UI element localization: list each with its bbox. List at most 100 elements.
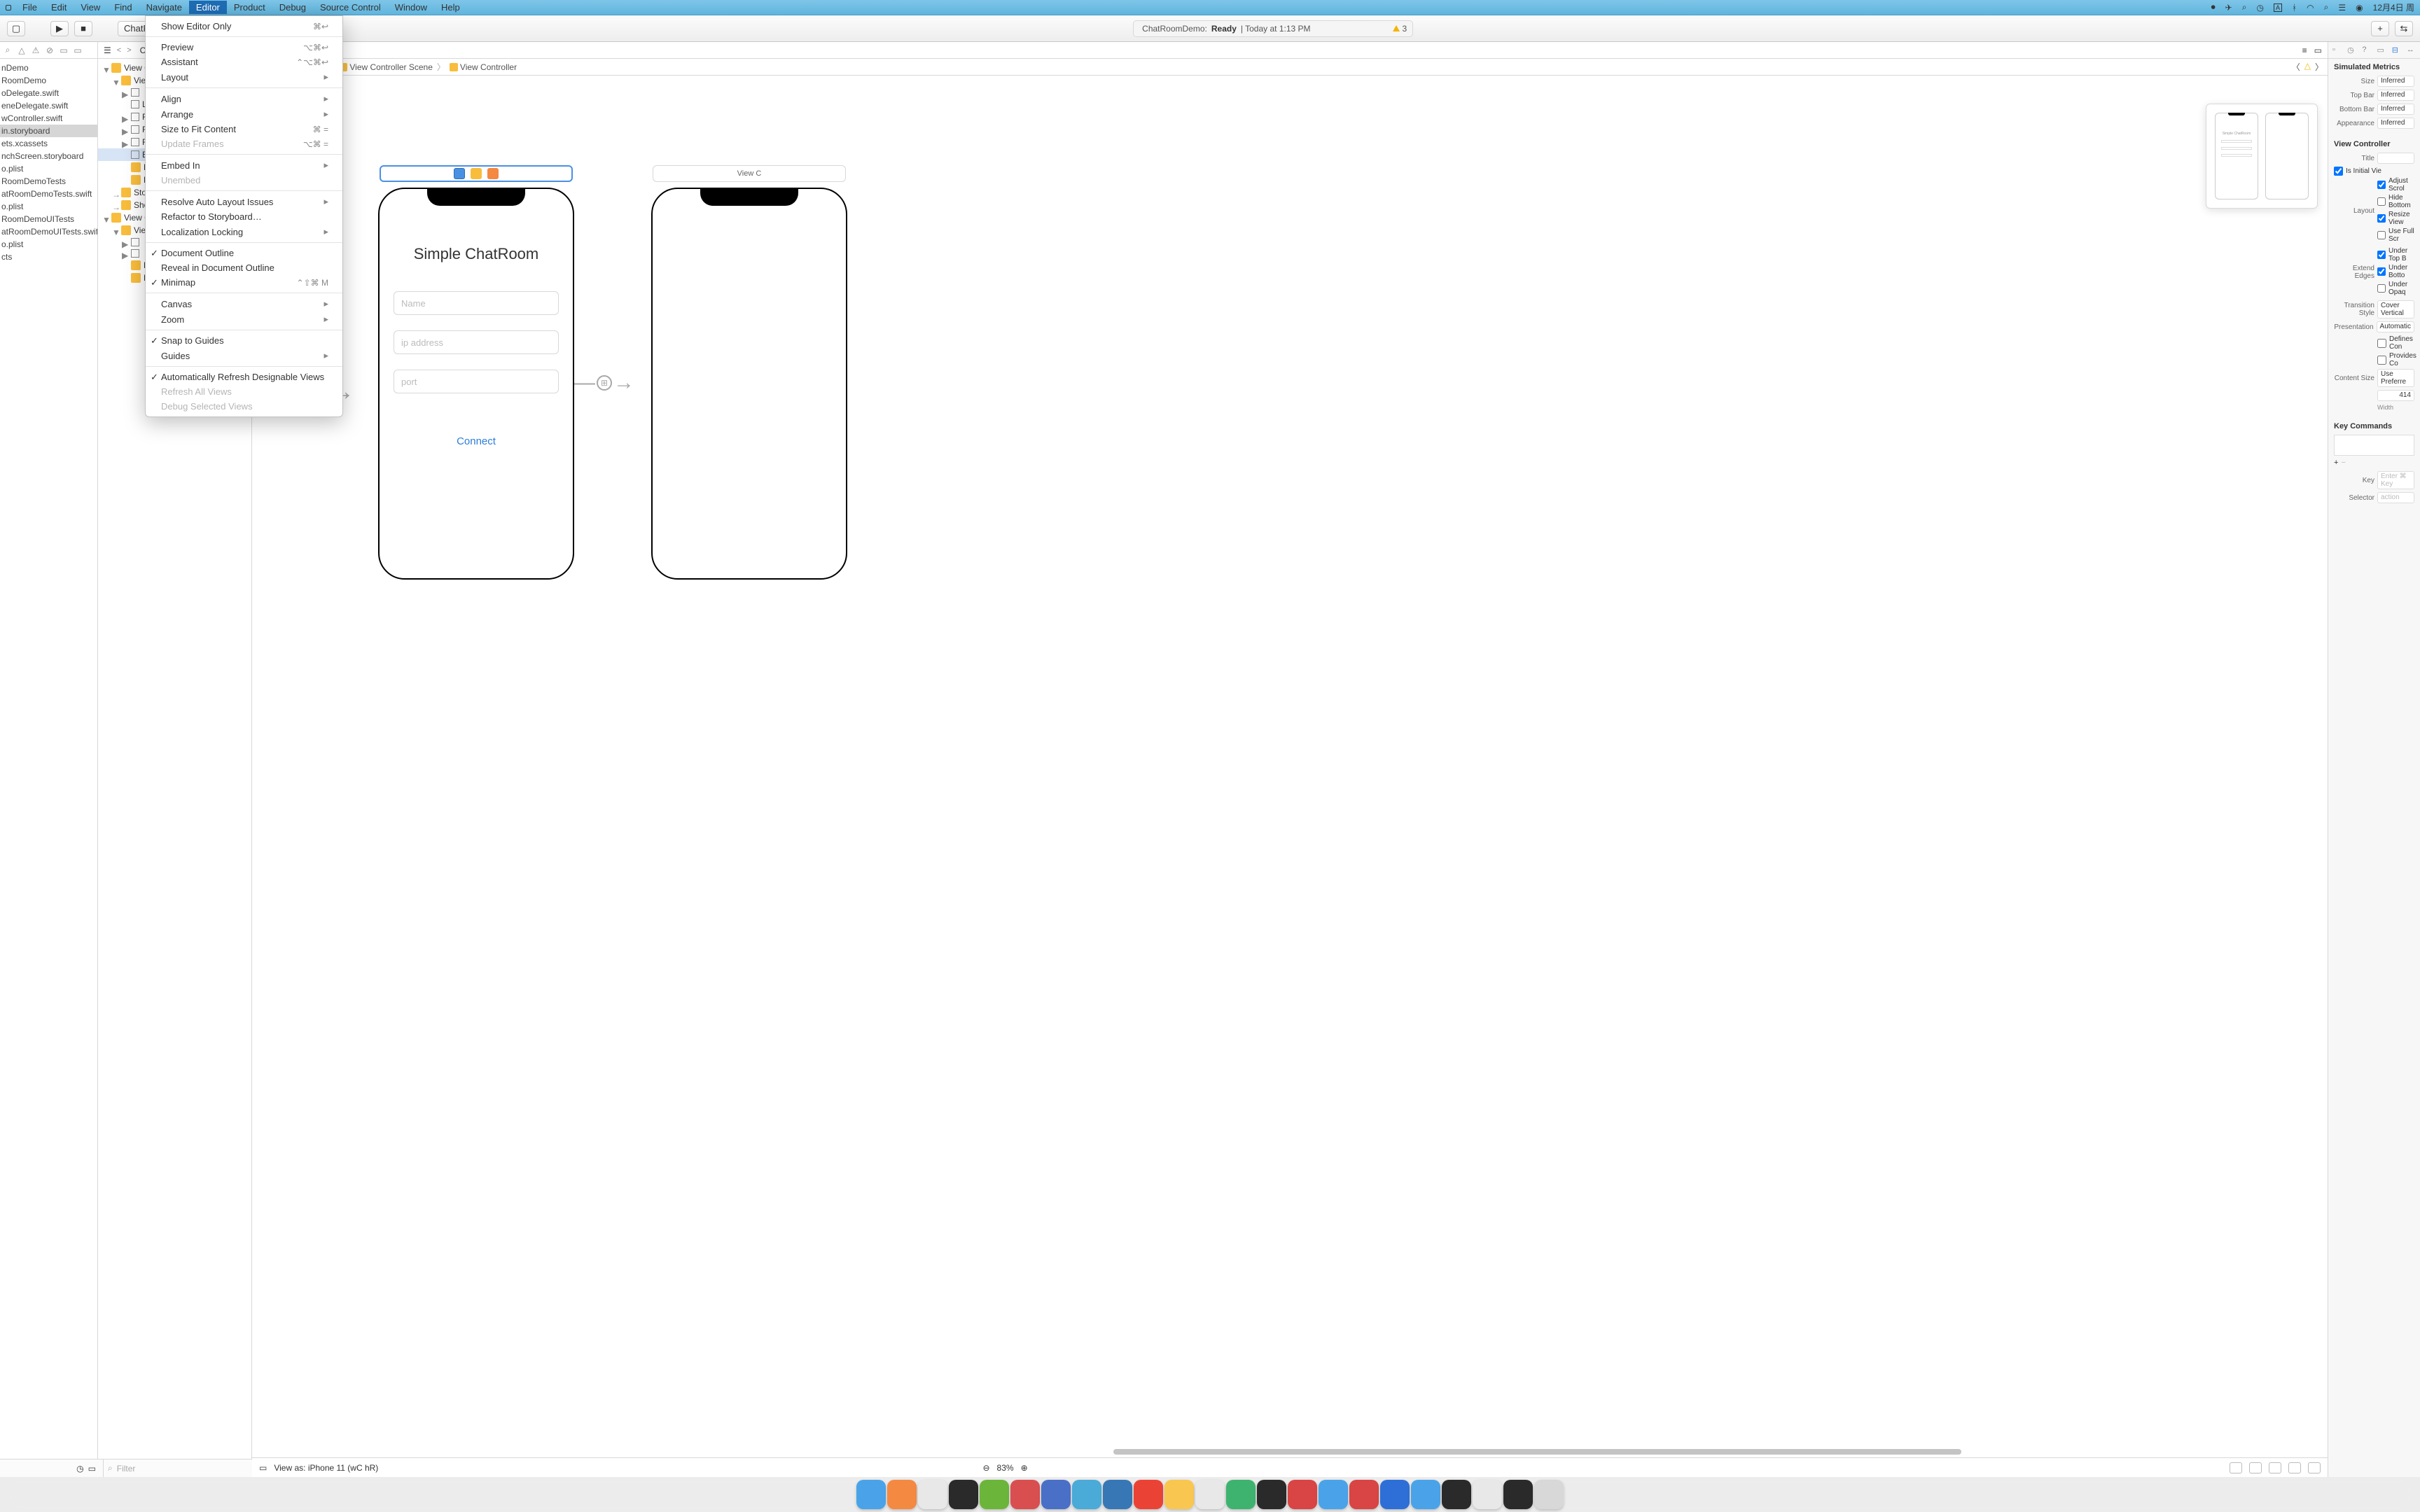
file-item[interactable]: oDelegate.swift (0, 87, 97, 99)
checkbox[interactable] (2377, 231, 2386, 239)
zoom-in-icon[interactable]: ⊕ (1021, 1463, 1028, 1473)
menu-edit[interactable]: Edit (44, 1, 74, 14)
file-item[interactable]: o.plist (0, 200, 97, 213)
menubar-clock[interactable]: 12月4日 周 (2373, 1, 2414, 13)
minimap[interactable]: Simple ChatRoom (2206, 104, 2318, 209)
history-inspector-icon[interactable]: ◷ (2347, 46, 2356, 55)
input-icon[interactable]: A (2274, 4, 2282, 12)
textfield-port[interactable]: port (394, 370, 559, 393)
embed-button[interactable] (2288, 1462, 2301, 1474)
checkbox[interactable] (2377, 214, 2386, 223)
file-item[interactable]: ets.xcassets (0, 137, 97, 150)
file-item[interactable]: atRoomDemoTests.swift (0, 188, 97, 200)
dock-app[interactable] (1072, 1480, 1101, 1509)
menuitem-automatically-refresh-designable-views[interactable]: ✓Automatically Refresh Designable Views (146, 370, 342, 384)
menuitem-resolve-auto-layout-issues[interactable]: Resolve Auto Layout Issues▸ (146, 194, 342, 209)
menu-find[interactable]: Find (107, 1, 139, 14)
filter-input[interactable]: Filter (117, 1464, 246, 1474)
menuitem-layout[interactable]: Layout▸ (146, 69, 342, 85)
segue-arrow-icon[interactable]: —⊞→ (574, 371, 634, 395)
jump-warn-icon[interactable]: △ (2304, 61, 2311, 73)
device-config-icon[interactable]: ▭ (259, 1463, 267, 1473)
exit-icon[interactable] (487, 168, 499, 179)
code-review-button[interactable]: ⇆ (2395, 21, 2413, 36)
content-size-select[interactable]: Use Preferre (2377, 369, 2414, 387)
checkbox-row[interactable]: Is Initial Vie (2334, 167, 2414, 176)
device-scene-2[interactable]: View C (651, 188, 847, 580)
file-item[interactable]: RoomDemo (0, 74, 97, 87)
menu-navigate[interactable]: Navigate (139, 1, 189, 14)
recent-icon[interactable]: ◷ (76, 1464, 83, 1474)
dock-app[interactable] (887, 1480, 917, 1509)
resolve-button[interactable] (2269, 1462, 2281, 1474)
identity-inspector-icon[interactable]: ▭ (2377, 46, 2386, 55)
menuitem-embed-in[interactable]: Embed In▸ (146, 158, 342, 173)
file-item[interactable]: nchScreen.storyboard (0, 150, 97, 162)
view-as-label[interactable]: View as: iPhone 11 (wC hR) (274, 1463, 378, 1473)
dock-app[interactable] (1380, 1480, 1410, 1509)
dock-app[interactable] (1349, 1480, 1379, 1509)
dock-app[interactable] (1103, 1480, 1132, 1509)
file-item[interactable]: o.plist (0, 238, 97, 251)
editor-layout-icon[interactable]: ▭ (2314, 46, 2322, 55)
device-scene-1[interactable]: Simple ChatRoom Name ip address port Con… (378, 188, 574, 580)
scene-dock[interactable]: View C (653, 165, 846, 182)
bluetooth-icon[interactable]: ᚼ (2292, 3, 2297, 13)
checkbox-row[interactable]: Resize View (2377, 211, 2414, 226)
menu-editor[interactable]: Editor (189, 1, 227, 14)
toggle-navigator-button[interactable]: ▢ (7, 21, 25, 36)
find-tab-icon[interactable]: ▭ (59, 46, 69, 55)
project-tab-icon[interactable]: ⌕ (3, 46, 13, 55)
outline-toggle-icon[interactable]: ☰ (104, 46, 111, 55)
menuitem-canvas[interactable]: Canvas▸ (146, 296, 342, 312)
breadcrumb[interactable]: View Controller (447, 62, 520, 72)
presentation-select[interactable]: Automatic (2377, 321, 2414, 332)
user-icon[interactable]: ◉ (2356, 3, 2363, 13)
heading-label[interactable]: Simple ChatRoom (394, 245, 559, 263)
file-item[interactable]: nDemo (0, 62, 97, 74)
checkbox-row[interactable]: Adjust Scrol (2377, 177, 2414, 192)
menu-view[interactable]: View (74, 1, 107, 14)
filter-icon[interactable]: ⌕ (108, 1463, 113, 1474)
dock-app[interactable] (1503, 1480, 1533, 1509)
align-button[interactable] (2230, 1462, 2242, 1474)
jump-fwd-icon[interactable]: 〉 (2315, 61, 2323, 73)
debug-tab-icon[interactable]: ▭ (73, 46, 83, 55)
scm-icon[interactable]: ▭ (88, 1464, 96, 1474)
dock-app[interactable] (1319, 1480, 1348, 1509)
wifi-icon[interactable]: ◠ (2307, 3, 2314, 13)
file-item[interactable]: RoomDemoUITests (0, 213, 97, 225)
dock-app[interactable] (1134, 1480, 1163, 1509)
menuitem-size-to-fit-content[interactable]: Size to Fit Content⌘ = (146, 122, 342, 136)
dock-app[interactable] (1442, 1480, 1471, 1509)
checkbox[interactable] (2377, 251, 2386, 259)
vc-icon[interactable] (454, 168, 465, 179)
textfield-ip[interactable]: ip address (394, 330, 559, 354)
dock-app[interactable] (980, 1480, 1009, 1509)
warn2-tab-icon[interactable]: ⚠ (31, 46, 41, 55)
menuitem-assistant[interactable]: Assistant⌃⌥⌘↩︎ (146, 55, 342, 69)
tag-tab-icon[interactable]: ⊘ (45, 46, 55, 55)
size-inspector-icon[interactable]: ↔ (2407, 46, 2416, 55)
checkbox-row[interactable]: Provides Co (2377, 352, 2414, 368)
apple-icon[interactable] (6, 5, 11, 10)
pin-button[interactable] (2249, 1462, 2262, 1474)
file-item[interactable]: atRoomDemoUITests.swift (0, 225, 97, 238)
checkbox[interactable] (2377, 339, 2386, 348)
dock-app[interactable] (918, 1480, 947, 1509)
menuitem-snap-to-guides[interactable]: ✓Snap to Guides (146, 333, 342, 348)
width-field[interactable]: 414 (2377, 390, 2414, 401)
zoom-out-icon[interactable]: ⊖ (982, 1463, 989, 1473)
warn-tab-icon[interactable]: △ (17, 46, 27, 55)
transition-select[interactable]: Cover Vertical (2377, 300, 2414, 318)
menuitem-show-editor-only[interactable]: Show Editor Only⌘↩︎ (146, 19, 342, 34)
dock-app[interactable] (1534, 1480, 1564, 1509)
menuitem-refactor-to-storyboard-[interactable]: Refactor to Storyboard… (146, 209, 342, 224)
checkbox-row[interactable]: Under Opaq (2377, 281, 2414, 296)
checkbox[interactable] (2377, 356, 2386, 365)
dock-app[interactable] (1411, 1480, 1440, 1509)
jump-back-icon[interactable]: 〈 (2292, 61, 2300, 73)
add-button[interactable]: + (2334, 458, 2338, 467)
scene-dock[interactable] (380, 165, 573, 182)
help-inspector-icon[interactable]: ? (2362, 46, 2371, 55)
